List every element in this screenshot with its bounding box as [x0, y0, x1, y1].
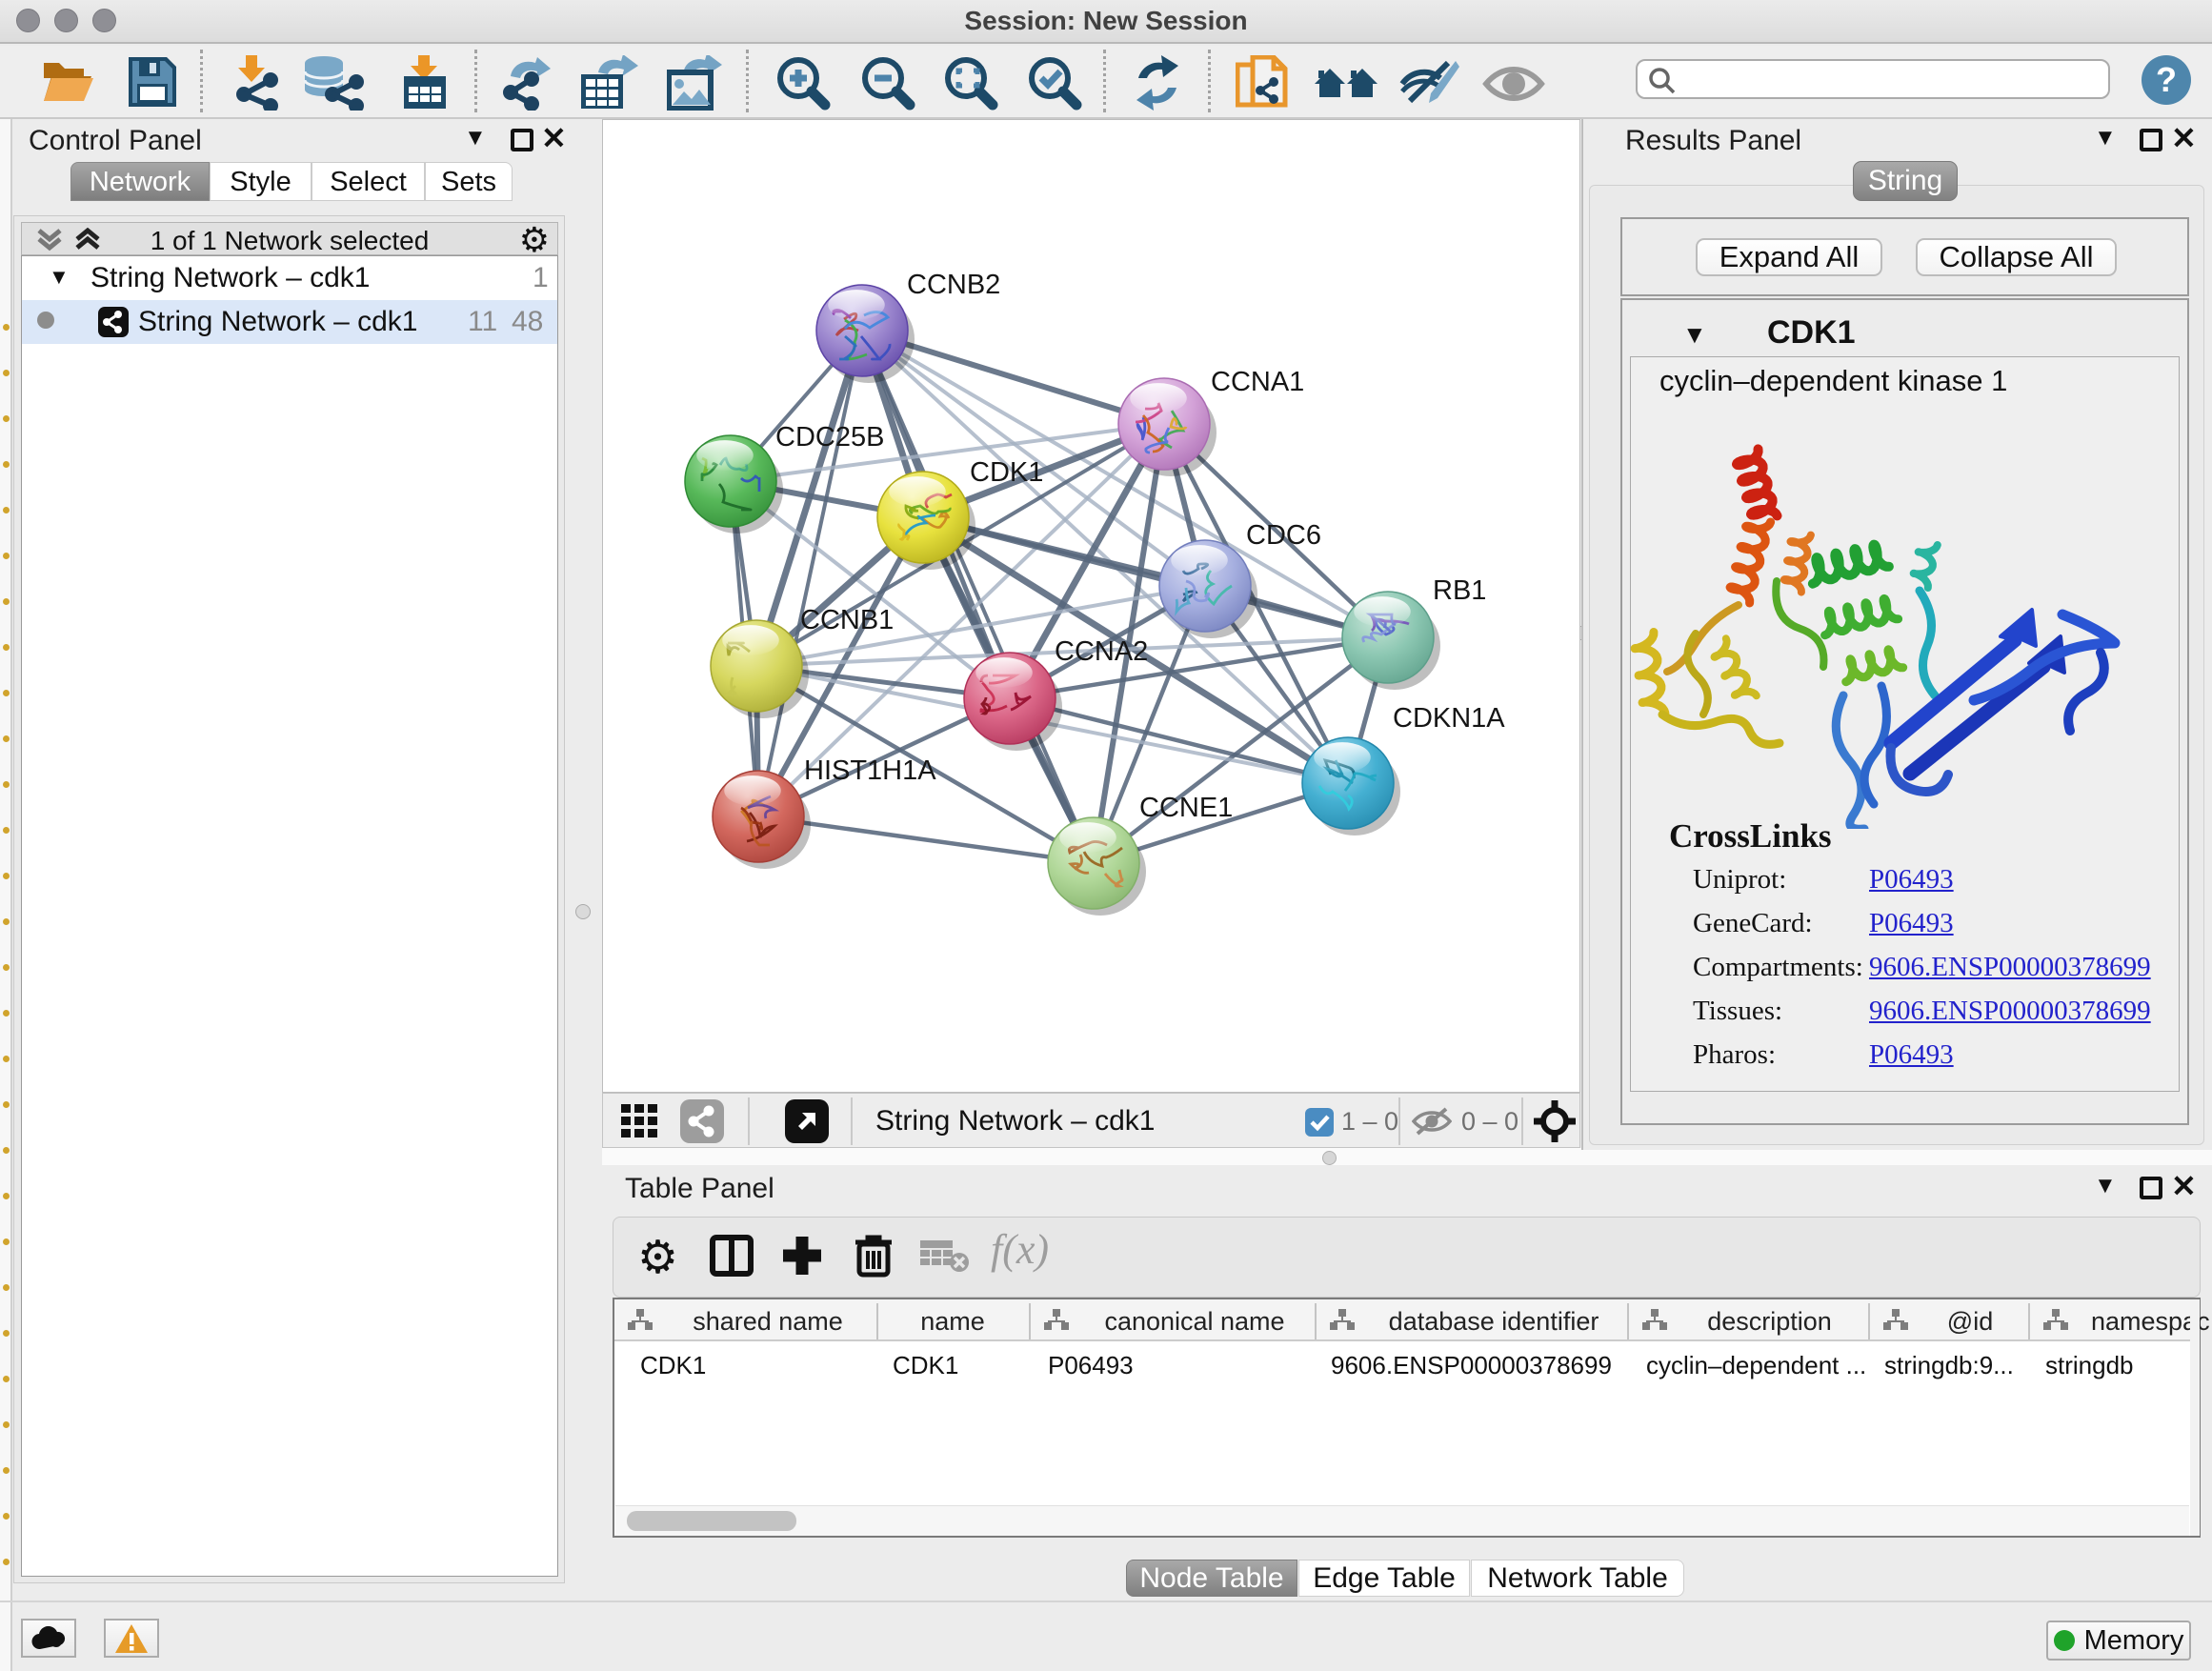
svg-text:CDK1: CDK1	[970, 457, 1043, 488]
svg-text:HIST1H1A: HIST1H1A	[804, 755, 936, 786]
svg-text:CCNE1: CCNE1	[1139, 793, 1233, 823]
svg-text:CDC25B: CDC25B	[775, 422, 884, 453]
svg-text:CCNA1: CCNA1	[1211, 367, 1304, 397]
svg-text:CCNA2: CCNA2	[1055, 636, 1148, 667]
svg-text:CDKN1A: CDKN1A	[1393, 703, 1505, 734]
svg-text:CCNB2: CCNB2	[907, 270, 1000, 300]
svg-text:RB1: RB1	[1433, 575, 1486, 606]
svg-text:CCNB1: CCNB1	[800, 605, 894, 635]
svg-text:CDC6: CDC6	[1246, 520, 1321, 551]
